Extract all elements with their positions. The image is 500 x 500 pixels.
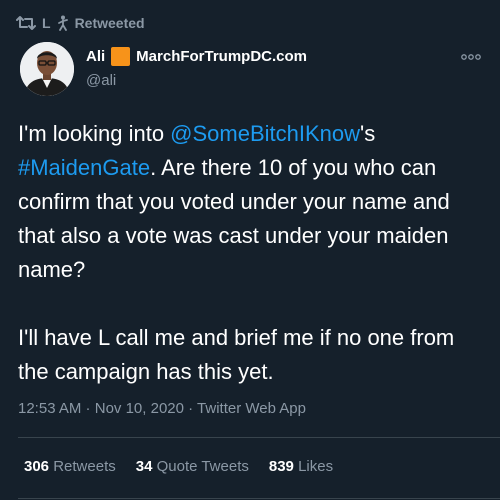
meta-separator: · xyxy=(183,400,198,417)
retweet-context[interactable]: L Retweeted xyxy=(16,12,145,34)
tweet-screen: L Retweeted Ali MarchForTrumpDC.com @ali xyxy=(0,0,500,500)
divider xyxy=(18,437,500,438)
author-name[interactable]: Ali xyxy=(86,48,105,65)
divider xyxy=(18,498,500,499)
avatar[interactable] xyxy=(20,42,74,96)
tweet-date[interactable]: Nov 10, 2020 xyxy=(95,400,184,417)
retweets-label: Retweets xyxy=(53,458,116,475)
author-name-suffix[interactable]: MarchForTrumpDC.com xyxy=(136,48,307,65)
retweet-icon xyxy=(16,15,36,31)
quotes-label: Quote Tweets xyxy=(156,458,249,475)
likes-label: Likes xyxy=(298,458,334,475)
walking-figure-icon xyxy=(57,15,69,31)
retweets-count: 306 xyxy=(24,458,50,475)
tweet-paragraph: I'm looking into @SomeBitchIKnow's #Maide… xyxy=(18,117,486,287)
tweet-meta: 12:53 AM · Nov 10, 2020 · Twitter Web Ap… xyxy=(18,400,306,417)
tweet-time[interactable]: 12:53 AM xyxy=(18,400,81,417)
tweet-text: I'm looking into @SomeBitchIKnow's #Maide… xyxy=(18,117,486,389)
hashtag-link[interactable]: #MaidenGate xyxy=(18,155,150,180)
tweet-client[interactable]: Twitter Web App xyxy=(197,400,306,417)
mention-link[interactable]: @SomeBitchIKnow xyxy=(170,121,360,146)
meta-separator: · xyxy=(81,400,95,417)
retweeted-label: Retweeted xyxy=(74,15,145,31)
likes-count: 839 xyxy=(268,458,294,475)
author-name-row[interactable]: Ali MarchForTrumpDC.com xyxy=(86,47,307,66)
more-options-icon[interactable] xyxy=(460,50,482,64)
quotes-count: 34 xyxy=(135,458,153,475)
retweeter-name[interactable]: L xyxy=(42,15,51,31)
tweet-paragraph: I'll have L call me and brief me if no o… xyxy=(18,325,455,384)
retweets-stat[interactable]: 306 Retweets xyxy=(24,458,116,475)
author-handle[interactable]: @ali xyxy=(86,72,116,89)
avatar-image xyxy=(20,42,74,96)
likes-stat[interactable]: 839 Likes xyxy=(269,458,333,475)
tweet-text-segment: 's xyxy=(360,121,376,146)
quotes-stat[interactable]: 34 Quote Tweets xyxy=(136,458,249,475)
tweet-text-segment: I'm looking into xyxy=(18,121,171,146)
orange-square-emoji xyxy=(111,47,131,66)
tweet-stats: 306 Retweets 34 Quote Tweets 839 Likes xyxy=(24,458,333,475)
